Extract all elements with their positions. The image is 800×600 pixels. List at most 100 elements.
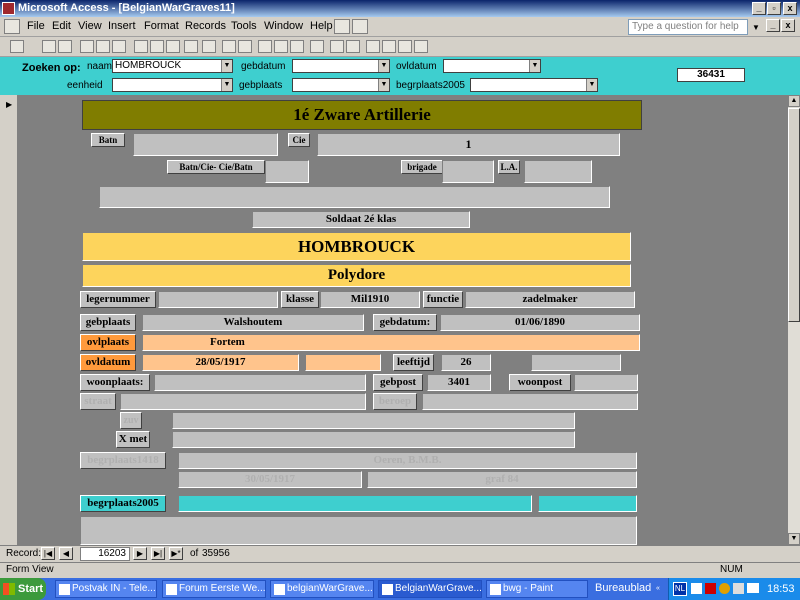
print-icon[interactable] [80,40,94,53]
gebplaats-combo[interactable]: ▼ [292,78,390,92]
design-view-icon[interactable] [10,40,24,53]
close-button[interactable]: x [783,2,797,15]
chevron-down-icon[interactable]: ▼ [221,79,232,91]
database-window-icon[interactable] [382,40,396,53]
menu-tools[interactable]: Tools [231,20,257,32]
gebplaats-field[interactable]: Walshoutem [142,314,364,331]
chevron-icon[interactable]: « [656,585,660,592]
hyperlink-icon[interactable] [202,40,216,53]
menu-help[interactable]: Help [310,20,333,32]
form-icon[interactable] [4,19,20,34]
eenheid-combo[interactable]: ▼ [112,78,233,92]
rank-field[interactable]: Soldaat 2é klas [252,211,470,228]
properties-icon[interactable] [366,40,380,53]
chevron-down-icon[interactable]: ▼ [378,79,389,91]
spelling-icon[interactable] [112,40,126,53]
language-icon[interactable]: NL [673,582,687,596]
paste-icon[interactable] [166,40,180,53]
beroep-field[interactable] [422,393,638,410]
tray-icon[interactable] [691,583,702,594]
scroll-up-icon[interactable]: ▲ [788,95,800,107]
chevron-down-icon[interactable]: ▼ [586,79,597,91]
woonplaats-field[interactable] [154,374,366,391]
help-search-input[interactable]: Type a question for help [628,19,748,35]
chevron-down-icon[interactable]: ▼ [221,60,232,72]
begrplaats-combo[interactable]: ▼ [470,78,598,92]
gebdatum-combo[interactable]: ▼ [292,59,390,73]
help-dropdown-icon[interactable]: ▼ [752,23,760,32]
scroll-down-icon[interactable]: ▼ [788,533,800,545]
ovldatum-combo[interactable]: ▼ [443,59,541,73]
first-record-button[interactable]: |◀ [41,547,55,560]
undo-icon[interactable] [184,40,198,53]
begr-date-field[interactable]: 30/05/1917 [178,471,362,488]
sort-ascending-icon[interactable] [222,40,236,53]
task-paint[interactable]: bwg - Paint [486,580,588,598]
doc-minimize-button[interactable]: _ [766,19,780,32]
menu-records[interactable]: Records [185,20,226,32]
apply-filter-icon[interactable] [290,40,304,53]
new-record-button[interactable]: ▶* [169,547,183,560]
notes-field[interactable] [80,516,637,545]
menu-window[interactable]: Window [264,20,303,32]
legernummer-field[interactable] [158,291,278,308]
xmet-field[interactable] [172,431,575,448]
woonpost-field[interactable] [574,374,638,391]
menu-edit[interactable]: Edit [52,20,71,32]
begrplaats2005-extra-field[interactable] [538,495,637,512]
search-icon[interactable] [58,40,72,53]
vertical-scrollbar[interactable]: ▲ ▼ [788,95,800,545]
gebdatum-field[interactable]: 01/06/1890 [440,314,640,331]
begrplaats1418-field[interactable]: Oeren, B.M.B. [178,452,637,469]
bureaublad-label[interactable]: Bureaublad [595,582,651,594]
ovldatum-field[interactable]: 28/05/1917 [142,354,299,371]
prev-record-button[interactable]: ◀ [59,547,73,560]
save-icon[interactable] [42,40,56,53]
help-icon[interactable] [414,40,428,53]
zuv-field[interactable] [172,412,575,429]
cie-field[interactable]: 1 [317,133,620,156]
extra-field[interactable] [99,186,610,208]
leeftijd-extra-field[interactable] [531,354,621,371]
mail-icon[interactable] [747,583,759,593]
naam-combo[interactable]: HOMBROUCK ▼ [112,59,233,73]
surname-field[interactable]: HOMBROUCK [82,232,631,261]
restore-button[interactable]: ▫ [767,2,781,15]
record-number-input[interactable]: 16203 [80,547,130,561]
new-record-icon[interactable] [330,40,344,53]
batncie-field[interactable] [265,160,309,183]
task-postvak[interactable]: Postvak IN - Tele... [55,580,157,598]
begrplaats2005-field[interactable] [178,495,532,512]
task-forum[interactable]: Forum Eerste We... [162,580,266,598]
next-record-button[interactable]: ▶ [133,547,147,560]
cut-icon[interactable] [134,40,148,53]
chevron-down-icon[interactable]: ▼ [529,60,540,72]
volume-icon[interactable] [733,583,744,594]
copy-icon[interactable] [150,40,164,53]
functie-field[interactable]: zadelmaker [465,291,635,308]
preview-icon[interactable] [96,40,110,53]
unit-field[interactable]: 1é Zware Artillerie [82,100,642,130]
straat-field[interactable] [120,393,366,410]
menu-format[interactable]: Format [144,20,179,32]
firstname-field[interactable]: Polydore [82,264,631,287]
gebpost-field[interactable]: 3401 [427,374,491,391]
menu-insert[interactable]: Insert [108,20,136,32]
sort-descending-icon[interactable] [238,40,252,53]
doc-close-button[interactable]: x [781,19,795,32]
window-icon[interactable] [352,19,368,34]
task-belgianwargraves-2[interactable]: BelgianWarGrave... [378,580,482,598]
network-icon[interactable] [719,583,730,594]
record-selector[interactable]: ▶ [0,95,18,545]
brigade-field[interactable] [442,160,494,183]
ovlplaats-field[interactable]: Fortem [142,334,640,351]
menu-file[interactable]: File [27,20,45,32]
leeftijd-field[interactable]: 26 [441,354,491,371]
shield-icon[interactable] [705,583,716,594]
graf-field[interactable]: graf 84 [367,471,637,488]
ovldatum-extra-field[interactable] [305,354,381,371]
start-button[interactable]: Start [0,578,46,600]
minimize-button[interactable]: _ [752,2,766,15]
chevron-down-icon[interactable]: ▼ [378,60,389,72]
new-object-icon[interactable] [398,40,412,53]
